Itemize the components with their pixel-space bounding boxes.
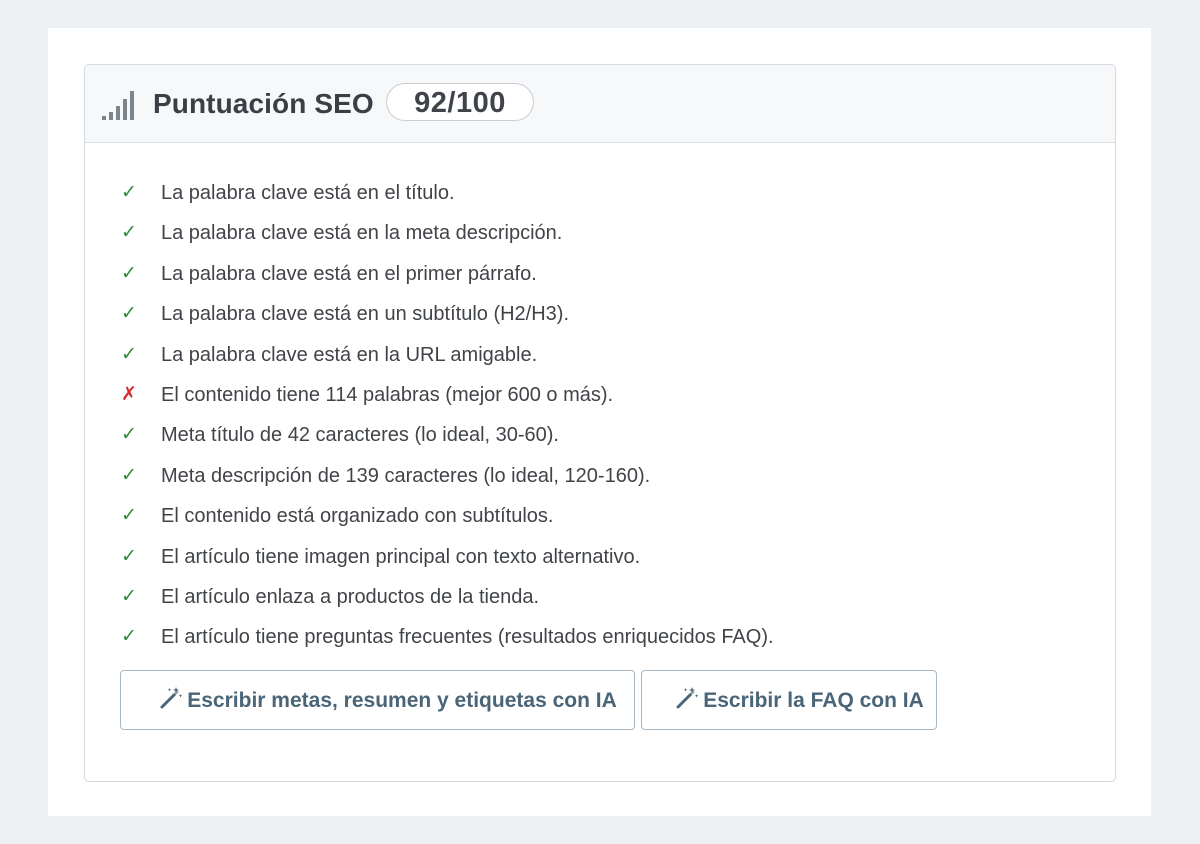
check-icon: ✓ <box>121 505 137 527</box>
check-text: La palabra clave está en la meta descrip… <box>161 222 563 245</box>
check-text: El artículo tiene preguntas frecuentes (… <box>161 626 774 649</box>
check-text: La palabra clave está en un subtítulo (H… <box>161 303 570 326</box>
write-faq-ai-button[interactable]: Escribir la FAQ con IA <box>641 670 937 730</box>
magic-wand-icon <box>159 686 183 710</box>
check-icon: ✓ <box>121 585 137 607</box>
check-text: La palabra clave está en el título. <box>161 182 455 204</box>
check-icon: ✓ <box>121 182 137 203</box>
check-text: El artículo tiene imagen principal con t… <box>161 545 641 568</box>
cross-icon: ✗ <box>121 383 137 405</box>
check-icon: ✓ <box>121 464 137 486</box>
write-metas-ai-button[interactable]: Escribir metas, resumen y etiquetas con … <box>120 670 635 730</box>
check-text: El contenido está organizado con subtítu… <box>161 505 554 528</box>
score-badge: 92/100 <box>386 83 534 121</box>
check-text: La palabra clave está en la URL amigable… <box>161 343 538 366</box>
check-text: Meta descripción de 139 caracteres (lo i… <box>161 464 651 487</box>
panel-header: Puntuación SEO 92/100 <box>85 65 1115 143</box>
check-text: El artículo enlaza a productos de la tie… <box>161 585 540 608</box>
check-icon: ✓ <box>121 545 137 567</box>
check-icon: ✓ <box>121 262 137 284</box>
magic-wand-icon <box>675 686 699 710</box>
page-container: Puntuación SEO 92/100 ✓ La palabra clave… <box>48 28 1151 816</box>
signal-bars-icon <box>102 90 136 122</box>
check-icon: ✓ <box>121 222 137 244</box>
seo-score-panel: Puntuación SEO 92/100 ✓ La palabra clave… <box>84 64 1116 782</box>
write-faq-ai-label: Escribir la FAQ con IA <box>703 689 924 712</box>
check-icon: ✓ <box>121 343 137 365</box>
check-text: El contenido tiene 114 palabras (mejor 6… <box>161 383 614 406</box>
check-icon: ✓ <box>121 626 137 648</box>
panel-title: Puntuación SEO <box>153 88 374 119</box>
write-metas-ai-label: Escribir metas, resumen y etiquetas con … <box>187 689 617 712</box>
check-icon: ✓ <box>121 303 137 325</box>
check-text: Meta título de 42 caracteres (lo ideal, … <box>161 424 559 447</box>
check-icon: ✓ <box>121 424 137 446</box>
check-text: La palabra clave está en el primer párra… <box>161 262 537 285</box>
